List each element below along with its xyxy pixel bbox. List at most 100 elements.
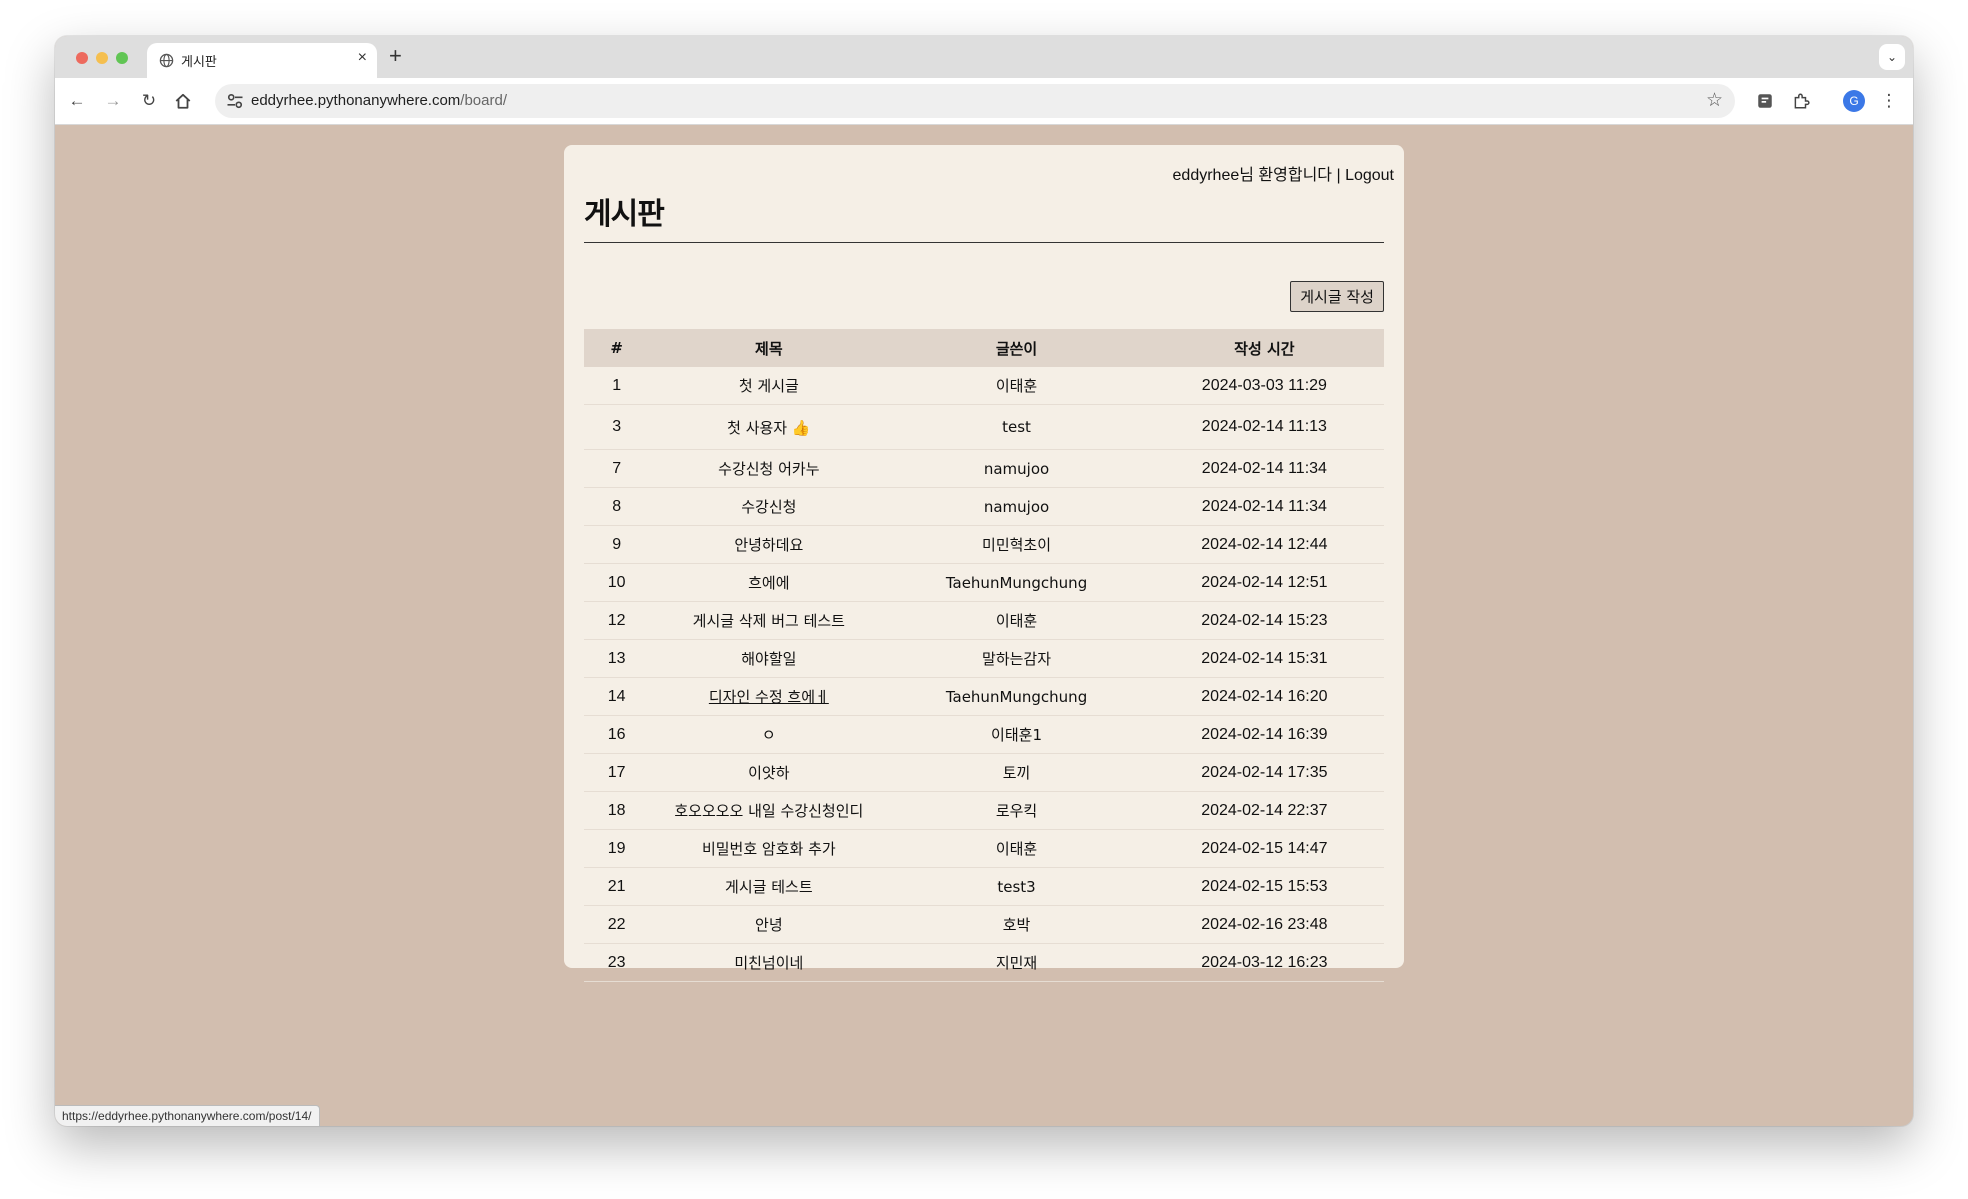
column-header-date: 작성 시간 xyxy=(1144,329,1384,367)
table-row: 23 미친넘이네 지민재 2024-03-12 16:23 xyxy=(584,943,1384,982)
page-title: 게시판 xyxy=(584,197,665,232)
post-date: 2024-02-15 15:53 xyxy=(1144,867,1384,906)
home-icon[interactable] xyxy=(174,92,192,110)
more-menu-icon[interactable]: ⋮ xyxy=(1878,90,1900,112)
logout-link[interactable]: Logout xyxy=(1345,167,1394,184)
post-title-link[interactable]: 첫 게시글 xyxy=(739,377,799,395)
close-tab-icon[interactable]: × xyxy=(358,49,367,67)
post-title-link[interactable]: 안녕 xyxy=(755,916,783,934)
post-title-link[interactable]: ㅇ xyxy=(762,726,776,744)
post-author: TaehunMungchung xyxy=(888,677,1145,716)
post-title-link[interactable]: 게시글 테스트 xyxy=(725,878,813,896)
user-welcome: eddyrhee님 환영합니다 | Logout xyxy=(1173,161,1394,185)
post-date: 2024-02-14 11:34 xyxy=(1144,449,1384,488)
tab-strip: 게시판 × + ⌄ xyxy=(55,36,1913,78)
post-date: 2024-02-14 16:20 xyxy=(1144,677,1384,716)
post-author: TaehunMungchung xyxy=(888,563,1145,602)
tab-search-chevron-icon[interactable]: ⌄ xyxy=(1879,44,1905,70)
column-header-number: # xyxy=(584,329,650,367)
post-author: test xyxy=(888,404,1145,450)
post-title-link[interactable]: 미친넘이네 xyxy=(734,954,803,972)
post-title-link[interactable]: 첫 사용자 👍 xyxy=(727,419,810,437)
board-table: # 제목 글쓴이 작성 시간 1첫 게시글 이태훈 2024-03-03 11:29… xyxy=(584,329,1384,982)
table-row: 8 수강신청 namujoo 2024-02-14 11:34 xyxy=(584,487,1384,526)
write-post-button[interactable]: 게시글 작성 xyxy=(1290,281,1384,312)
post-number: 10 xyxy=(584,563,650,602)
post-number: 23 xyxy=(584,943,650,982)
post-title-link[interactable]: 이얏하 xyxy=(748,764,789,782)
post-author: namujoo xyxy=(888,487,1145,526)
post-number: 18 xyxy=(584,791,650,830)
tab-board[interactable]: 게시판 × xyxy=(147,43,377,78)
column-header-author: 글쓴이 xyxy=(888,329,1145,367)
post-title-link[interactable]: 안녕하데요 xyxy=(734,536,803,554)
table-row: 17 이얏하 토끼 2024-02-14 17:35 xyxy=(584,753,1384,792)
minimize-window-button[interactable] xyxy=(96,52,108,64)
table-header-row: # 제목 글쓴이 작성 시간 xyxy=(584,329,1384,367)
table-row: 22 안녕 호박 2024-02-16 23:48 xyxy=(584,905,1384,944)
site-settings-icon[interactable] xyxy=(225,91,245,111)
post-author: 이태훈 xyxy=(888,601,1145,640)
post-title-link[interactable]: 비밀번호 암호화 추가 xyxy=(702,840,836,858)
post-author: 이태훈 xyxy=(888,829,1145,868)
post-date: 2024-02-14 11:34 xyxy=(1144,487,1384,526)
post-date: 2024-02-14 12:44 xyxy=(1144,525,1384,564)
address-bar[interactable]: eddyrhee.pythonanywhere.com/board/ ☆ xyxy=(215,84,1735,118)
globe-icon xyxy=(159,53,174,68)
browser-toolbar: ← → ↻ eddyrhee.pythonanywhere.com/board/… xyxy=(55,78,1913,125)
post-number: 9 xyxy=(584,525,650,564)
post-title-link[interactable]: 디자인 수정 흐에ㅔ xyxy=(709,688,829,706)
close-window-button[interactable] xyxy=(76,52,88,64)
post-number: 14 xyxy=(584,677,650,716)
forward-arrow-icon[interactable]: → xyxy=(102,90,124,112)
post-author: 토끼 xyxy=(888,753,1145,792)
table-row: 13 해야할일 말하는감자 2024-02-14 15:31 xyxy=(584,639,1384,678)
table-row: 3 첫 사용자 👍 test 2024-02-14 11:13 xyxy=(584,404,1384,450)
table-row: 16 ㅇ 이태훈1 2024-02-14 16:39 xyxy=(584,715,1384,754)
post-author: 호박 xyxy=(888,905,1145,944)
post-number: 13 xyxy=(584,639,650,678)
post-title-link[interactable]: 수강신청 xyxy=(741,498,796,516)
bookmark-star-icon[interactable]: ☆ xyxy=(1706,89,1723,112)
column-header-title: 제목 xyxy=(649,329,889,367)
post-number: 3 xyxy=(584,404,650,450)
post-date: 2024-02-14 17:35 xyxy=(1144,753,1384,792)
post-author: 이태훈1 xyxy=(888,715,1145,754)
new-tab-icon[interactable]: + xyxy=(389,43,402,69)
reading-list-icon[interactable] xyxy=(1756,92,1774,110)
welcome-text: eddyrhee님 환영합니다 | xyxy=(1172,167,1346,184)
profile-avatar[interactable]: G xyxy=(1843,90,1865,112)
status-bar-url: https://eddyrhee.pythonanywhere.com/post… xyxy=(55,1105,320,1126)
post-author: namujoo xyxy=(888,449,1145,488)
post-date: 2024-03-12 16:23 xyxy=(1144,943,1384,982)
post-title-link[interactable]: 해야할일 xyxy=(741,650,796,668)
table-row: 14 디자인 수정 흐에ㅔ TaehunMungchung 2024-02-14 16… xyxy=(584,677,1384,716)
reload-icon[interactable]: ↻ xyxy=(138,90,160,112)
post-date: 2024-03-03 11:29 xyxy=(1144,367,1384,405)
back-arrow-icon[interactable]: ← xyxy=(66,90,88,112)
post-date: 2024-02-14 12:51 xyxy=(1144,563,1384,602)
post-number: 12 xyxy=(584,601,650,640)
post-author: 말하는감자 xyxy=(888,639,1145,678)
post-author: test3 xyxy=(888,867,1145,906)
post-title-link[interactable]: 게시글 삭제 버그 테스트 xyxy=(693,612,845,630)
table-row: 10 흐에에 TaehunMungchung 2024-02-14 12:51 xyxy=(584,563,1384,602)
table-row: 12 게시글 삭제 버그 테스트 이태훈 2024-02-14 15:23 xyxy=(584,601,1384,640)
post-number: 7 xyxy=(584,449,650,488)
post-number: 17 xyxy=(584,753,650,792)
post-title-link[interactable]: 흐에에 xyxy=(748,574,789,592)
post-number: 22 xyxy=(584,905,650,944)
maximize-window-button[interactable] xyxy=(116,52,128,64)
table-row: 7 수강신청 어카누 namujoo 2024-02-14 11:34 xyxy=(584,449,1384,488)
table-row: 9 안녕하데요 미민혁초이 2024-02-14 12:44 xyxy=(584,525,1384,564)
table-row: 21 게시글 테스트 test3 2024-02-15 15:53 xyxy=(584,867,1384,906)
url-text: eddyrhee.pythonanywhere.com/board/ xyxy=(251,92,507,109)
extensions-puzzle-icon[interactable] xyxy=(1792,92,1810,110)
browser-window: 게시판 × + ⌄ ← → ↻ eddyrhee.pythonanywhere.… xyxy=(55,36,1913,1126)
post-date: 2024-02-16 23:48 xyxy=(1144,905,1384,944)
post-title-link[interactable]: 수강신청 어카누 xyxy=(718,460,819,478)
post-date: 2024-02-14 22:37 xyxy=(1144,791,1384,830)
post-title-link[interactable]: 호오오오오 내일 수강신청인디 xyxy=(674,802,863,820)
post-author: 지민재 xyxy=(888,943,1145,982)
post-number: 16 xyxy=(584,715,650,754)
